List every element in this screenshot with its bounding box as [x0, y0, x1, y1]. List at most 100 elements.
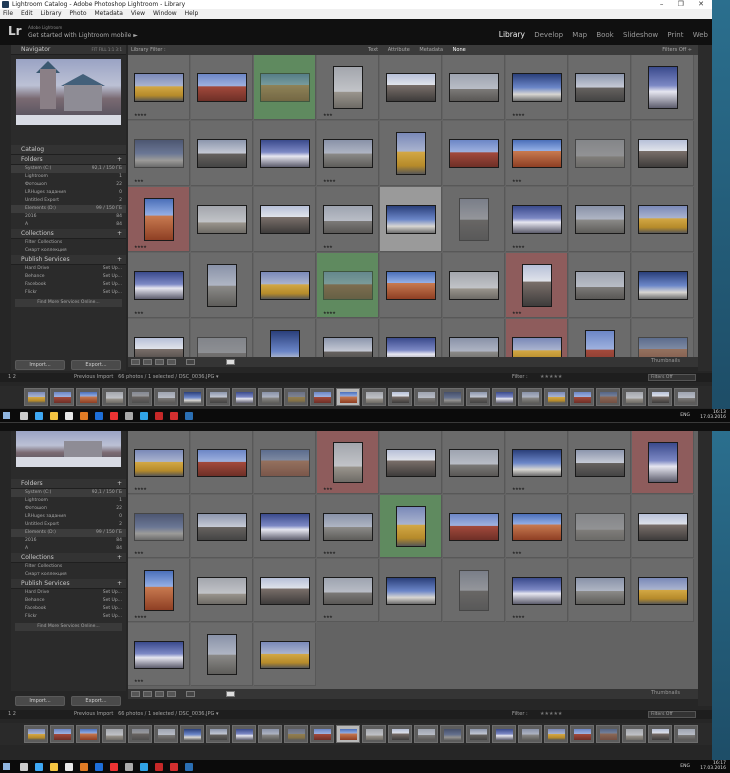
photo-thumbnail[interactable]: [323, 577, 373, 605]
photo-thumbnail[interactable]: [585, 330, 615, 357]
photo-cell[interactable]: [443, 495, 505, 558]
photo-cell[interactable]: ★★★: [506, 253, 568, 318]
filmstrip-thumbnail[interactable]: [206, 388, 230, 406]
folder-row[interactable]: LRHuges задания 0: [11, 513, 126, 521]
photo-thumbnail[interactable]: [323, 513, 373, 541]
photo-rating-stars[interactable]: ★★★: [134, 550, 144, 555]
filmstrip-thumbnail[interactable]: [284, 388, 308, 406]
photo-cell[interactable]: [191, 495, 253, 558]
photo-thumbnail[interactable]: [522, 264, 552, 307]
photo-cell[interactable]: [569, 253, 631, 318]
folder-row[interactable]: Lightroom 1: [11, 497, 126, 505]
photo-rating-stars[interactable]: ★★★★: [134, 614, 147, 619]
filmstrip-thumbnail[interactable]: [492, 725, 516, 743]
photo-rating-stars[interactable]: ★★★: [134, 178, 144, 183]
folder-row[interactable]: 2016 84: [11, 537, 126, 545]
filmstrip-thumbnail[interactable]: [492, 388, 516, 406]
publish-service-row[interactable]: Flickr Set Up...: [11, 613, 126, 621]
window-controls[interactable]: – ❐ ✕: [660, 0, 710, 9]
filter-none[interactable]: None: [453, 47, 466, 53]
photo-rating-stars[interactable]: ★★★★: [323, 550, 336, 555]
filmstrip-thumbnail[interactable]: [648, 388, 672, 406]
ie-icon[interactable]: [95, 763, 103, 771]
publish-service-row[interactable]: Facebook Set Up...: [11, 281, 126, 289]
source-label[interactable]: Previous Import: [74, 374, 113, 380]
loupe-view-icon[interactable]: [143, 359, 152, 365]
photo-thumbnail[interactable]: [575, 73, 625, 102]
filmstrip-thumbnail[interactable]: [24, 725, 48, 743]
filmstrip-thumbnail[interactable]: [570, 388, 594, 406]
search-icon[interactable]: [20, 412, 28, 420]
photo-thumbnail[interactable]: [144, 570, 174, 611]
menu-help[interactable]: Help: [185, 10, 199, 17]
publish-service-row[interactable]: Behance Set Up...: [11, 597, 126, 605]
photo-thumbnail[interactable]: [648, 442, 678, 483]
photo-cell[interactable]: [191, 623, 253, 686]
filmstrip-thumbnail[interactable]: [128, 725, 152, 743]
task-view-icon[interactable]: [35, 763, 43, 771]
filter-metadata[interactable]: Metadata: [419, 47, 443, 53]
publish-service-row[interactable]: Hard Drive Set Up...: [11, 265, 126, 273]
photo-cell[interactable]: [443, 431, 505, 494]
photo-thumbnail[interactable]: [197, 449, 247, 477]
clock-app-icon[interactable]: [125, 763, 133, 771]
photo-cell[interactable]: [191, 253, 253, 318]
photo-cell[interactable]: ★★★: [128, 495, 190, 558]
survey-view-icon[interactable]: [167, 359, 176, 365]
filmstrip-thumbnail[interactable]: [466, 388, 490, 406]
import-button[interactable]: Import...: [15, 360, 65, 370]
photo-cell[interactable]: [254, 187, 316, 252]
filmstrip-thumbnail[interactable]: [258, 388, 282, 406]
filmstrip-thumbnail[interactable]: [544, 388, 568, 406]
photo-cell[interactable]: ★★★★: [317, 495, 379, 558]
filmstrip-thumbnail[interactable]: [102, 388, 126, 406]
photo-thumbnail[interactable]: [270, 330, 300, 357]
photo-cell[interactable]: [569, 55, 631, 120]
folders-header[interactable]: Folders +: [11, 155, 126, 165]
folder-row[interactable]: A 84: [11, 545, 126, 553]
photo-thumbnail[interactable]: [260, 449, 310, 477]
page-switch[interactable]: 1 2: [8, 373, 16, 382]
catalog-header[interactable]: Catalog: [11, 145, 126, 155]
photo-cell[interactable]: ★★★: [317, 55, 379, 120]
windows-start-icon[interactable]: [3, 412, 10, 419]
photo-cell[interactable]: [569, 431, 631, 494]
photo-thumbnail[interactable]: [323, 271, 373, 300]
filmstrip-thumbnail[interactable]: [518, 725, 542, 743]
media-icon[interactable]: [170, 763, 178, 771]
photo-rating-stars[interactable]: ★★★: [512, 310, 522, 315]
photo-thumbnail[interactable]: [575, 513, 625, 541]
module-slideshow[interactable]: Slideshow: [623, 31, 658, 39]
photo-cell[interactable]: [443, 319, 505, 357]
photo-cell[interactable]: ★★★★: [128, 559, 190, 622]
source-label-2[interactable]: Previous Import: [74, 711, 113, 717]
photo-cell[interactable]: [380, 55, 442, 120]
clock-app-icon[interactable]: [125, 412, 133, 420]
filmstrip-thumbnail[interactable]: [596, 725, 620, 743]
add-folder-icon[interactable]: +: [117, 155, 122, 165]
photo-thumbnail[interactable]: [197, 205, 247, 234]
photo-cell[interactable]: [632, 495, 694, 558]
photo-rating-stars[interactable]: ★★★★: [134, 244, 147, 249]
explorer-icon[interactable]: [50, 763, 58, 771]
photo-cell[interactable]: [380, 253, 442, 318]
photo-thumbnail[interactable]: [512, 205, 562, 234]
yandex-icon[interactable]: [110, 412, 118, 420]
add-publish-icon-2[interactable]: +: [117, 579, 122, 589]
photo-cell[interactable]: [632, 121, 694, 186]
folder-row[interactable]: Фотошоп 22: [11, 505, 126, 513]
photo-rating-stars[interactable]: ★★★: [512, 550, 522, 555]
photo-cell[interactable]: [632, 319, 694, 357]
filmstrip-thumbnail[interactable]: [206, 725, 230, 743]
photo-thumbnail[interactable]: [449, 139, 499, 168]
page-switch-2[interactable]: 1 2: [8, 710, 16, 719]
folder-row[interactable]: A 84: [11, 221, 126, 229]
loupe-view-icon-2[interactable]: [143, 691, 152, 697]
photo-thumbnail[interactable]: [449, 513, 499, 541]
export-button-2[interactable]: Export...: [71, 696, 121, 706]
photo-cell[interactable]: [191, 319, 253, 357]
grid-view-icon-2[interactable]: [131, 691, 140, 697]
photo-thumbnail[interactable]: [449, 337, 499, 357]
publish-header[interactable]: Publish Services +: [11, 255, 126, 265]
photo-cell[interactable]: [380, 319, 442, 357]
